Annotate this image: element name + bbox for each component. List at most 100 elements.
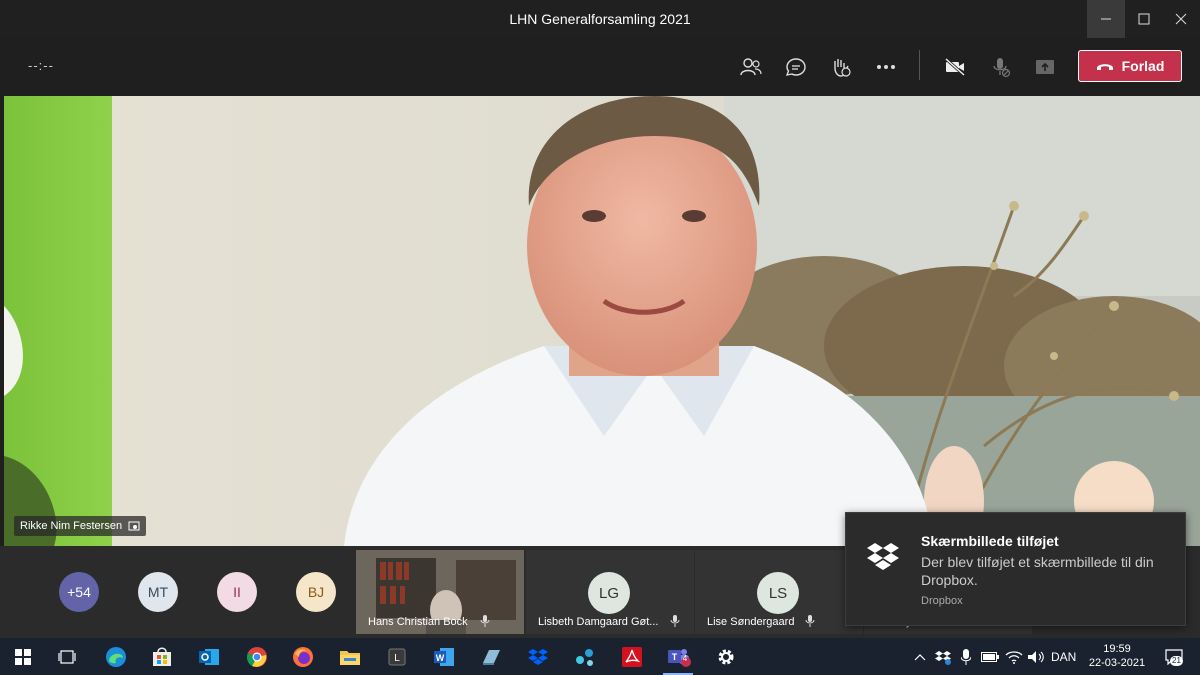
taskbar-teams[interactable]: T 4 <box>665 644 693 670</box>
taskbar-file-explorer[interactable] <box>337 644 363 670</box>
chat-button[interactable] <box>783 54 809 80</box>
svg-text:W: W <box>436 653 445 663</box>
microphone-muted-icon <box>670 615 680 627</box>
tray-wifi[interactable] <box>1003 644 1025 670</box>
tray-volume[interactable] <box>1025 644 1047 670</box>
camera-toggle-button[interactable] <box>942 54 968 80</box>
avatar-initials: LS <box>768 584 788 602</box>
show-hidden-icons-button[interactable] <box>910 644 930 670</box>
taskbar-settings[interactable] <box>713 644 739 670</box>
folder-icon <box>340 651 360 665</box>
notification-body: Der blev tilføjet et skærmbillede til di… <box>921 554 1154 588</box>
window-title: LHN Generalforsamling 2021 <box>509 11 691 27</box>
clock-time: 19:59 <box>1103 643 1131 655</box>
participant-name-tag: Rikke Nim Festersen <box>14 516 147 536</box>
word-icon: W <box>434 648 454 666</box>
title-bar: LHN Generalforsamling 2021 <box>0 0 1200 38</box>
action-center-button[interactable]: 21 <box>1160 644 1188 670</box>
taskbar-acrobat[interactable] <box>619 644 645 670</box>
avatar-initials: II <box>233 584 241 600</box>
chrome-icon <box>247 647 267 667</box>
chat-icon <box>785 58 806 76</box>
input-language[interactable]: DAN <box>1051 650 1076 664</box>
share-screen-button[interactable] <box>1032 54 1058 80</box>
taskbar-word[interactable]: W <box>431 644 457 670</box>
participant-tile[interactable]: LG Lisbeth Damgaard Gøt... <box>526 550 694 634</box>
tray-microphone[interactable] <box>956 644 976 670</box>
notification-count-badge: 21 <box>1170 656 1183 666</box>
taskbar-app-dots[interactable] <box>572 644 598 670</box>
taskbar-chrome[interactable] <box>244 644 270 670</box>
microphone-disabled-icon <box>993 58 1011 78</box>
taskbar-app-book[interactable] <box>478 644 504 670</box>
participant-name: Lise Søndergaard <box>707 616 795 628</box>
teams-notification-badge: 4 <box>682 654 688 663</box>
avatar-initials: +54 <box>67 584 91 600</box>
tray-dropbox[interactable] <box>932 644 954 670</box>
participant-avatar[interactable]: MT <box>138 572 178 612</box>
toolbar-divider <box>919 50 920 80</box>
tray-battery[interactable] <box>979 644 1001 670</box>
avatar-initials: LG <box>598 584 619 602</box>
dropbox-icon <box>867 543 899 570</box>
taskbar-edge[interactable] <box>103 644 129 670</box>
meeting-toolbar: --:-- Forlad <box>0 38 1200 96</box>
taskbar-app-l[interactable]: L <box>384 644 410 670</box>
participant-name: Lisbeth Damgaard Gøt... <box>538 616 659 628</box>
pin-participant-icon[interactable] <box>128 521 140 531</box>
participant-name: Rikke Nim Festersen <box>20 520 123 532</box>
edge-icon <box>106 647 126 667</box>
svg-text:L: L <box>394 653 400 664</box>
more-options-button[interactable] <box>873 54 899 80</box>
microphone-icon <box>961 649 971 665</box>
participant-avatar[interactable]: BJ <box>296 572 336 612</box>
battery-icon <box>981 652 999 662</box>
taskbar-dropbox[interactable] <box>525 644 551 670</box>
wifi-icon <box>1005 651 1023 664</box>
speaker-icon <box>1028 651 1044 663</box>
dropbox-icon <box>528 649 548 665</box>
participant-video-tile[interactable]: Hans Christian Bock <box>356 550 524 634</box>
store-icon <box>153 647 171 666</box>
app-l-icon: L <box>388 648 406 666</box>
camera-off-icon <box>945 58 965 76</box>
maximize-button[interactable] <box>1125 0 1163 38</box>
raise-hand-icon <box>834 59 851 77</box>
close-button[interactable] <box>1162 0 1200 38</box>
task-view-button[interactable] <box>54 644 80 670</box>
participant-tile[interactable]: LS Lise Søndergaard <box>695 550 863 634</box>
participant-avatar: LG <box>588 572 630 614</box>
leave-label: Forlad <box>1121 58 1165 74</box>
reactions-button[interactable] <box>828 54 854 80</box>
close-icon <box>1175 13 1187 25</box>
start-button[interactable] <box>10 644 36 670</box>
more-icon <box>877 65 895 69</box>
minimize-button[interactable] <box>1087 0 1125 38</box>
leave-button[interactable]: Forlad <box>1078 50 1182 82</box>
taskbar-outlook[interactable] <box>196 644 222 670</box>
minimize-icon <box>1101 18 1111 20</box>
acrobat-icon <box>622 647 642 667</box>
microphone-muted-icon <box>480 615 490 627</box>
taskbar-clock[interactable]: 19:59 22-03-2021 <box>1087 642 1147 670</box>
taskbar-store[interactable] <box>149 644 175 670</box>
main-video-feed: Rikke Nim Festersen <box>4 96 1200 546</box>
notification-title: Skærmbillede tilføjet <box>921 533 1059 549</box>
participant-avatar: LS <box>757 572 799 614</box>
microphone-button[interactable] <box>988 54 1014 80</box>
participant-name: Hans Christian Bock <box>368 616 468 628</box>
maximize-icon <box>1138 13 1150 25</box>
task-view-icon <box>58 650 76 664</box>
participant-avatar[interactable]: II <box>217 572 257 612</box>
windows-logo-icon <box>15 649 31 665</box>
meeting-timer: --:-- <box>28 58 54 73</box>
gear-icon <box>718 649 734 665</box>
share-tray-icon <box>1036 60 1054 74</box>
firefox-icon <box>293 647 313 667</box>
taskbar-firefox[interactable] <box>290 644 316 670</box>
dropbox-notification[interactable]: Skærmbillede tilføjet Der blev tilføjet … <box>845 512 1186 626</box>
speaker-video-image <box>4 96 1200 546</box>
hang-up-icon <box>1096 64 1113 70</box>
participants-button[interactable] <box>738 54 764 80</box>
overflow-participants-avatar[interactable]: +54 <box>59 572 99 612</box>
